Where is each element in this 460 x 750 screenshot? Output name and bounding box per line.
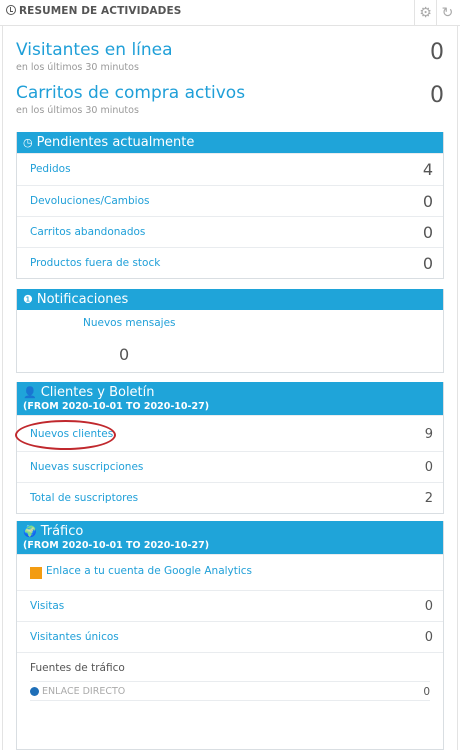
pending-panel: ◷ Pendientes actualmente Pedidos 4 Devolu… (16, 132, 444, 279)
clock-icon (6, 5, 16, 15)
traffic-sources: Fuentes de tráfico ENLACE DIRECTO 0 (17, 652, 443, 712)
notifications-panel: ❶ Notificaciones Nuevos mensajes 0 (16, 289, 444, 373)
active-carts-block: Carritos de compra activos en los último… (16, 83, 444, 116)
user-icon: 👤 (23, 386, 37, 399)
new-messages-label[interactable]: Nuevos mensajes (83, 317, 176, 329)
exclamation-icon: ❶ (23, 293, 33, 306)
notifications-panel-header: ❶ Notificaciones (17, 289, 443, 310)
customers-date-range: (FROM 2020-10-01 TO 2020-10-27) (23, 401, 210, 412)
dashboard-title: RESUMEN DE ACTIVIDADES (6, 5, 181, 17)
visitors-online-block: Visitantes en línea en los últimos 30 mi… (16, 40, 444, 73)
traffic-date-range: (FROM 2020-10-01 TO 2020-10-27) (23, 540, 210, 551)
traffic-source-row: ENLACE DIRECTO 0 (30, 681, 430, 701)
pending-panel-header: ◷ Pendientes actualmente (17, 132, 443, 153)
refresh-icon[interactable]: ↻ (436, 0, 458, 26)
google-analytics-link[interactable]: Enlace a tu cuenta de Google Analytics (46, 565, 252, 577)
analytics-icon (30, 567, 42, 579)
visitors-online-sub: en los últimos 30 minutos (16, 62, 139, 73)
globe-icon: 🌍 (23, 525, 37, 538)
dashboard-header: RESUMEN DE ACTIVIDADES ⚙ ↻ (0, 0, 460, 26)
traffic-source-dot-icon (30, 687, 39, 696)
customers-panel-header: 👤 Clientes y Boletín (FROM 2020-10-01 TO … (17, 382, 443, 415)
highlight-annotation (15, 420, 116, 450)
list-item[interactable]: Devoluciones/Cambios 0 (17, 185, 443, 216)
list-item[interactable]: Total de suscriptores 2 (17, 482, 443, 513)
traffic-panel-header: 🌍 Tráfico (FROM 2020-10-01 TO 2020-10-27) (17, 521, 443, 554)
gear-icon[interactable]: ⚙ (414, 0, 436, 26)
traffic-panel: 🌍 Tráfico (FROM 2020-10-01 TO 2020-10-27)… (16, 521, 444, 750)
active-carts-sub: en los últimos 30 minutos (16, 105, 139, 116)
list-item[interactable]: Nuevas suscripciones 0 (17, 451, 443, 482)
list-item[interactable]: Visitantes únicos 0 (17, 621, 443, 652)
visitors-online-value: 0 (430, 40, 444, 65)
list-item[interactable]: Carritos abandonados 0 (17, 216, 443, 247)
traffic-sources-title: Fuentes de tráfico (30, 662, 125, 674)
list-item[interactable]: Productos fuera de stock 0 (17, 247, 443, 278)
list-item[interactable]: Pedidos 4 (17, 153, 443, 185)
active-carts-label[interactable]: Carritos de compra activos (16, 83, 444, 103)
traffic-source-value: 0 (423, 686, 430, 698)
new-messages-value: 0 (119, 345, 130, 364)
active-carts-value: 0 (430, 83, 444, 108)
visitors-online-label[interactable]: Visitantes en línea (16, 40, 444, 60)
clock-icon: ◷ (23, 136, 33, 149)
google-analytics-row[interactable]: Enlace a tu cuenta de Google Analytics (17, 554, 443, 590)
traffic-source-label: ENLACE DIRECTO (42, 686, 126, 697)
list-item[interactable]: Visitas 0 (17, 590, 443, 621)
